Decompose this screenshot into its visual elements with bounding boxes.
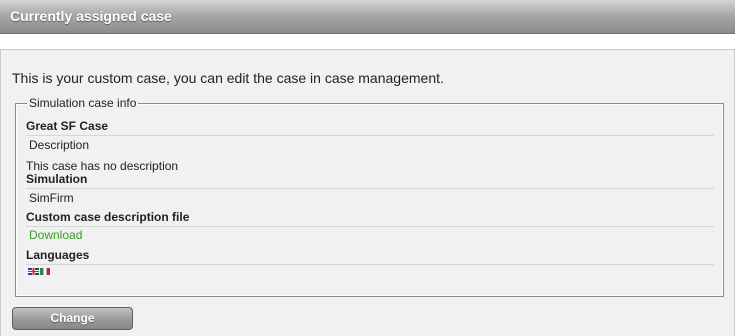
simulation-case-info-fieldset: Simulation case info Great SF Case Descr…: [15, 96, 724, 297]
description-text: This case has no description: [26, 159, 179, 173]
uk-flag-icon: [28, 268, 39, 275]
case-name-label: Great SF Case: [26, 119, 714, 136]
languages-label: Languages: [26, 248, 714, 265]
italy-flag-icon: [40, 268, 50, 275]
page: Currently assigned case This is your cus…: [0, 0, 735, 336]
custom-file-label: Custom case description file: [26, 210, 714, 227]
description-label: Description: [29, 138, 90, 152]
simulation-label: Simulation: [26, 172, 714, 189]
simulation-value: SimFirm: [29, 191, 74, 205]
change-button[interactable]: Change: [12, 307, 133, 330]
download-row: Download: [29, 228, 82, 242]
content-panel: This is your custom case, you can edit t…: [0, 49, 735, 336]
title-bar: Currently assigned case: [0, 0, 735, 34]
page-title: Currently assigned case: [10, 8, 172, 24]
download-link[interactable]: Download: [29, 228, 82, 242]
languages-flags: [28, 268, 51, 276]
fieldset-legend: Simulation case info: [27, 96, 139, 110]
intro-text: This is your custom case, you can edit t…: [12, 70, 444, 86]
